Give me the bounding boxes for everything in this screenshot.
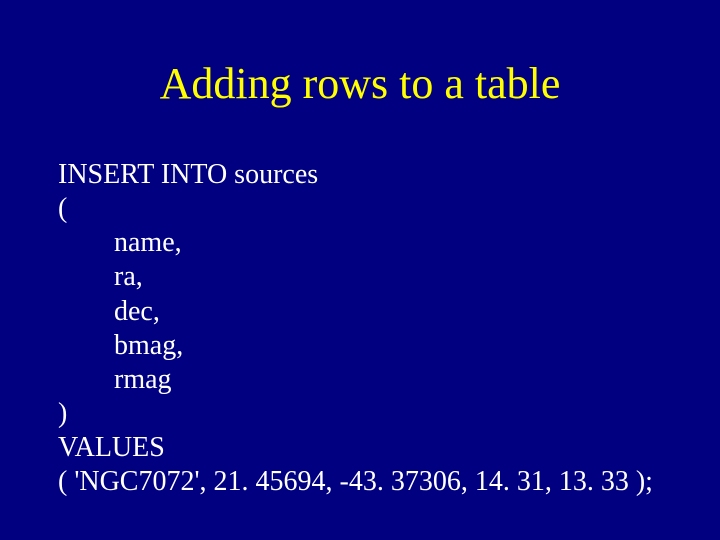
code-line: ) bbox=[58, 398, 67, 429]
slide-title: Adding rows to a table bbox=[0, 0, 720, 109]
code-line: bmag, bbox=[58, 330, 183, 361]
code-block: INSERT INTO sources ( name, ra, dec, bma… bbox=[58, 158, 653, 500]
code-line: rmag bbox=[58, 364, 172, 395]
code-line: VALUES bbox=[58, 432, 165, 463]
code-line: ra, bbox=[58, 261, 143, 292]
code-line: INSERT INTO sources bbox=[58, 159, 318, 190]
code-line: dec, bbox=[58, 296, 160, 327]
code-line: name, bbox=[58, 227, 182, 258]
slide: Adding rows to a table INSERT INTO sourc… bbox=[0, 0, 720, 540]
code-line: ( bbox=[58, 193, 67, 224]
code-line: ( 'NGC7072', 21. 45694, -43. 37306, 14. … bbox=[58, 466, 653, 497]
